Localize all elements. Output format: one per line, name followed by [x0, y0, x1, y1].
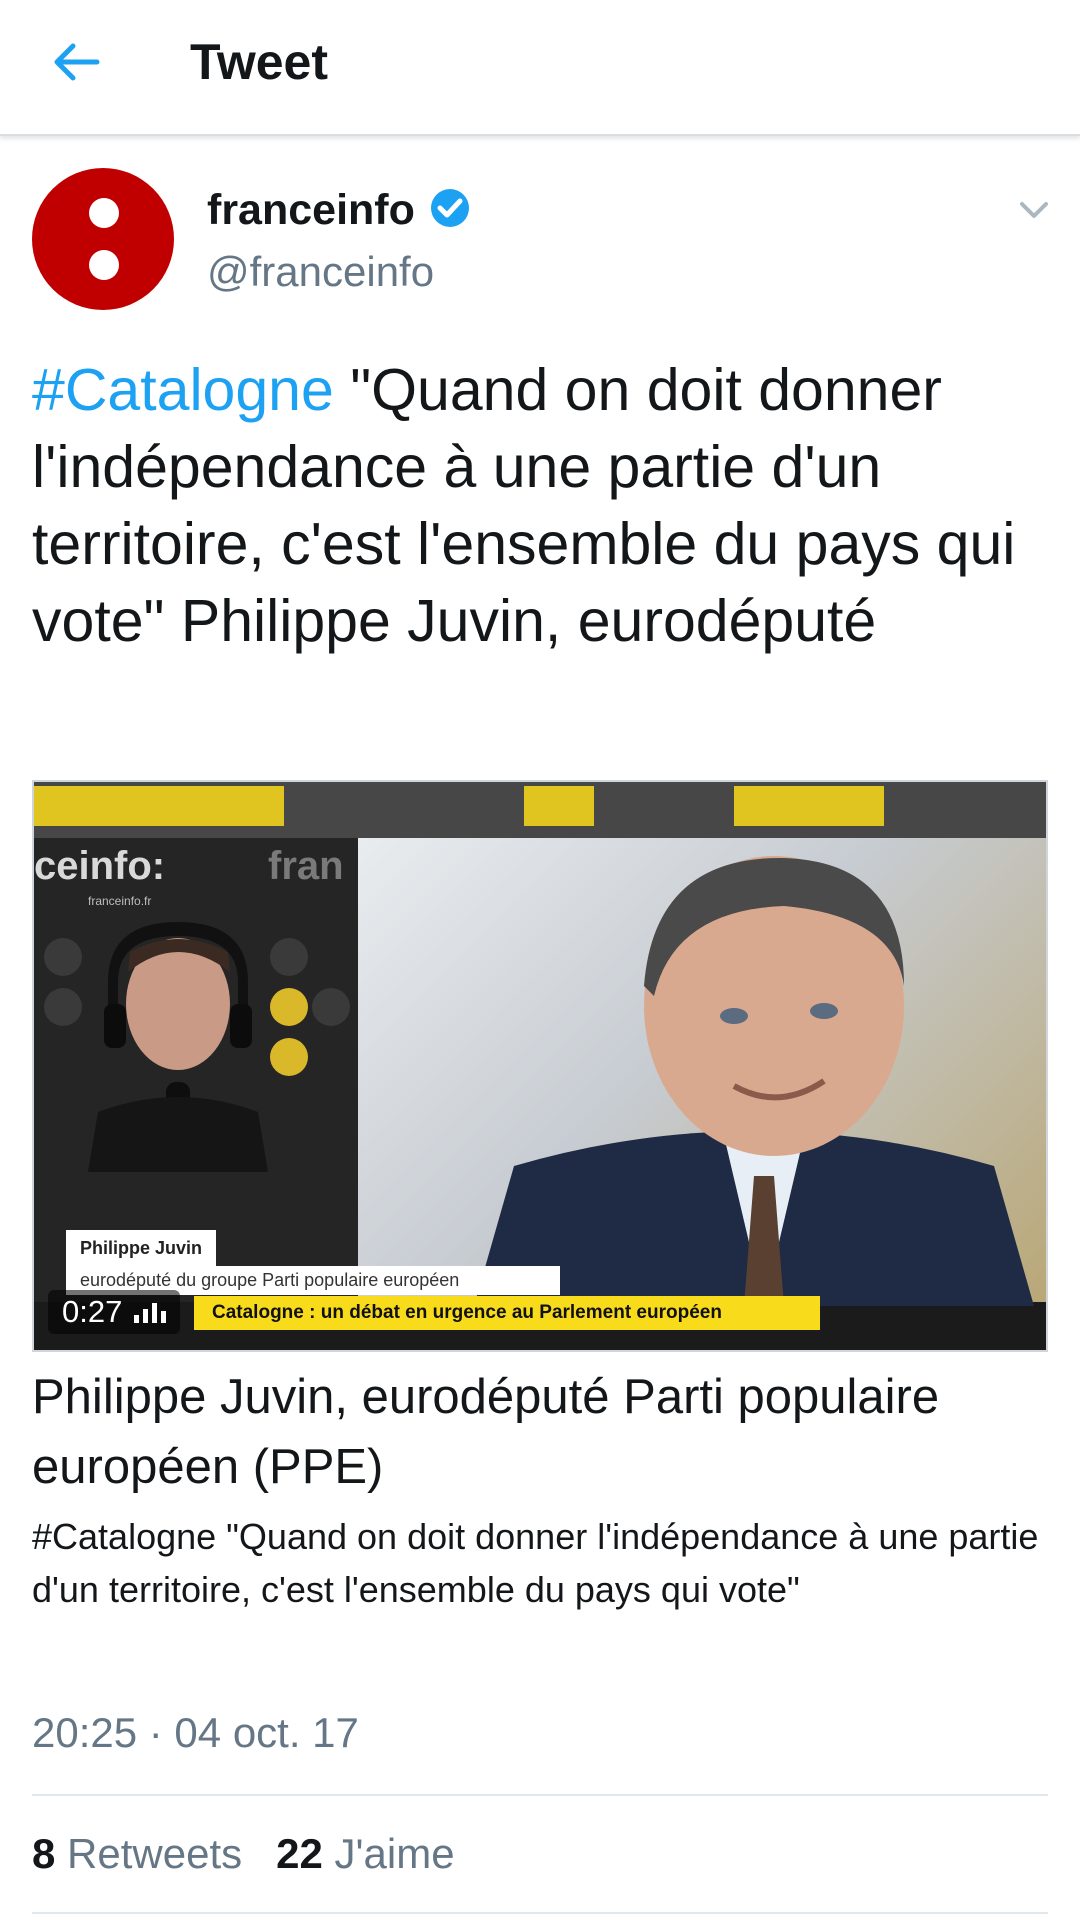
presenter-figure [88, 922, 268, 1172]
likes-stat[interactable]: 22 J'aime [276, 1826, 454, 1882]
chevron-down-icon[interactable] [1016, 192, 1052, 228]
avatar-dot [89, 250, 119, 280]
divider [32, 1912, 1048, 1914]
video-duration-badge: 0:27 [48, 1290, 181, 1334]
tweet-stats: 8 Retweets 22 J'aime [32, 1826, 455, 1882]
likes-label: J'aime [334, 1830, 455, 1877]
verified-badge-icon [431, 189, 469, 227]
guest-figure [474, 856, 1034, 1306]
author-handle[interactable]: @franceinfo [207, 246, 434, 298]
video-brand-text-2: fran [268, 844, 344, 888]
top-app-bar: Tweet [0, 0, 1080, 136]
retweets-count: 8 [32, 1830, 56, 1877]
video-player[interactable]: ceinfo: franceinfo.fr fran Philippe Juvi… [32, 780, 1048, 1352]
likes-count: 22 [276, 1830, 323, 1877]
avatar-dot [89, 198, 119, 228]
video-brand-text: ceinfo: [34, 844, 166, 888]
video-top-banner [34, 782, 1046, 838]
video-brand-url: franceinfo.fr [88, 894, 152, 908]
lower-third-name: Philippe Juvin [66, 1230, 217, 1267]
author-name[interactable]: franceinfo [207, 184, 415, 236]
tweet-author: franceinfo @franceinfo [32, 168, 1052, 310]
tweet-timestamp: 20:25 · 04 oct. 17 [32, 1709, 359, 1756]
card-description: #Catalogne "Quand on doit donner l'indép… [32, 1516, 1039, 1610]
divider [32, 1794, 1048, 1796]
news-ticker: Catalogne : un débat en urgence au Parle… [194, 1296, 820, 1330]
audio-bars-icon [134, 1301, 167, 1323]
retweets-label: Retweets [67, 1830, 243, 1877]
tweet-text: #Catalogne "Quand on doit donner l'indép… [32, 352, 1052, 660]
retweets-stat[interactable]: 8 Retweets [32, 1826, 242, 1882]
video-duration: 0:27 [62, 1294, 123, 1329]
card-title[interactable]: Philippe Juvin, eurodéputé Parti populai… [32, 1362, 1032, 1502]
page-title: Tweet [190, 34, 328, 90]
back-button[interactable] [44, 36, 108, 88]
hashtag-link[interactable]: #Catalogne [32, 357, 334, 423]
avatar[interactable] [32, 168, 174, 310]
arrow-left-icon [54, 43, 100, 81]
